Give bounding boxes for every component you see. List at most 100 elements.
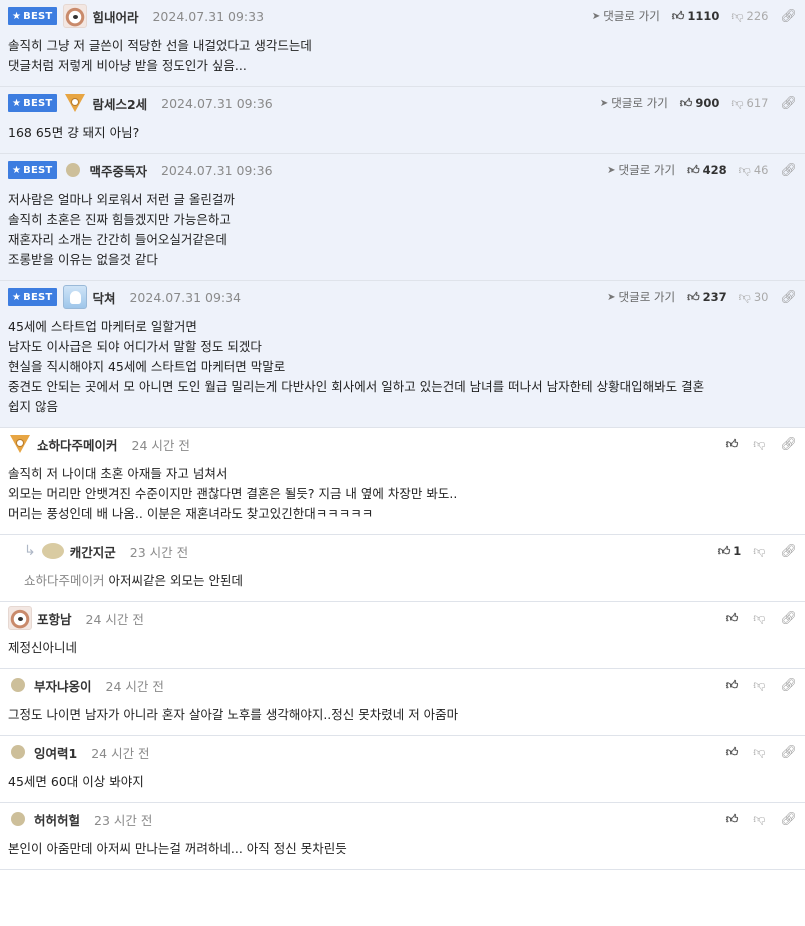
upvote-button[interactable]: 👍︎ 428 bbox=[687, 163, 727, 178]
comment-body: 쇼하다주메이커 아저씨같은 외모는 안된데 bbox=[24, 567, 797, 601]
downvote-button[interactable]: 👎︎ bbox=[753, 745, 768, 760]
best-comment-item: ★ BEST 맥주중독자 2024.07.31 09:36 ➤ 댓글로 가기 👍︎ 428 👎︎… bbox=[0, 154, 805, 281]
comment-actions: ➤ 댓글로 가기 👍︎ 1110 👎︎ 226 🔗︎ bbox=[592, 0, 797, 32]
goto-reply-link[interactable]: ➤ 댓글로 가기 bbox=[607, 289, 675, 305]
comment-actions: ➤ 댓글로 가기 👍︎ 900 👎︎ 617 🔗︎ bbox=[600, 87, 797, 119]
avatar[interactable] bbox=[8, 606, 32, 630]
upvote-button[interactable]: 👍︎ bbox=[726, 678, 742, 693]
paper-plane-icon: ➤ bbox=[599, 97, 609, 109]
downvote-button[interactable]: 👎︎ bbox=[753, 544, 768, 559]
upvote-button[interactable]: 👍︎ bbox=[726, 437, 742, 452]
comment-header: 포항남 24 시간 전 👍︎ 👎︎ 🔗︎ bbox=[8, 602, 797, 634]
nickname[interactable]: 람세스2세 bbox=[92, 94, 147, 113]
upvote-button[interactable]: 👍︎ 900 bbox=[680, 96, 720, 111]
copy-link-icon[interactable]: 🔗︎ bbox=[780, 611, 797, 626]
comment-header: ↳ 캐간지군 23 시간 전 👍︎ 1 👎︎ 🔗︎ bbox=[24, 535, 797, 567]
downvote-count: 30 bbox=[753, 290, 769, 304]
upvote-button[interactable]: 👍︎ 237 bbox=[687, 290, 727, 305]
comment-body: 솔직히 저 나이대 초혼 아재들 자고 넘쳐서 외모는 머리만 안뱃겨진 수준이지… bbox=[8, 460, 797, 534]
downvote-button[interactable]: 👎︎ bbox=[753, 611, 768, 626]
comment-actions: ➤ 댓글로 가기 👍︎ 237 👎︎ 30 🔗︎ bbox=[607, 281, 797, 313]
avatar[interactable] bbox=[11, 678, 25, 692]
nickname[interactable]: 힘내어라 bbox=[92, 7, 138, 26]
thumbs-down-icon: 👎︎ bbox=[753, 610, 766, 625]
comment-text-line: 솔직히 그냥 저 글쓴이 적당한 선을 내걸었다고 생각드는데 bbox=[8, 38, 312, 53]
copy-link-icon[interactable]: 🔗︎ bbox=[780, 745, 797, 760]
comment-header: 잉여력1 24 시간 전 👍︎ 👎︎ 🔗︎ bbox=[8, 736, 797, 768]
comment-text-line: 중견도 안되는 곳에서 모 아니면 도인 월급 밀리는게 다반사인 회사에서 일… bbox=[8, 379, 705, 394]
thumbs-up-icon: 👍︎ bbox=[687, 289, 700, 304]
downvote-button[interactable]: 👎︎ bbox=[753, 678, 768, 693]
comment-header: 쇼하다주메이커 24 시간 전 👍︎ 👎︎ 🔗︎ bbox=[8, 428, 797, 460]
upvote-button[interactable]: 👍︎ bbox=[726, 812, 742, 827]
copy-link-icon[interactable]: 🔗︎ bbox=[780, 96, 797, 111]
upvote-button[interactable]: 👍︎ 1110 bbox=[672, 9, 720, 24]
upvote-count: 1110 bbox=[687, 9, 720, 23]
comment-text-line: 45세면 60대 이상 봐야지 bbox=[8, 774, 144, 789]
avatar[interactable] bbox=[63, 91, 87, 115]
copy-link-icon[interactable]: 🔗︎ bbox=[780, 9, 797, 24]
comment-text-line: 쉽지 않음 bbox=[8, 399, 58, 414]
paper-plane-icon: ➤ bbox=[591, 10, 601, 22]
avatar[interactable] bbox=[11, 745, 25, 759]
comment-header: ★ BEST 람세스2세 2024.07.31 09:36 ➤ 댓글로 가기 👍︎ 900 👎︎… bbox=[8, 87, 797, 119]
thumbs-up-icon: 👍︎ bbox=[725, 610, 739, 625]
copy-link-icon[interactable]: 🔗︎ bbox=[780, 678, 797, 693]
nickname[interactable]: 맥주중독자 bbox=[89, 161, 147, 180]
comment-text-line: 솔직히 저 나이대 초혼 아재들 자고 넘쳐서 bbox=[8, 466, 228, 481]
upvote-count: 1 bbox=[733, 544, 742, 558]
thumbs-down-icon: 👎︎ bbox=[731, 8, 744, 23]
avatar[interactable] bbox=[41, 543, 64, 559]
copy-link-icon[interactable]: 🔗︎ bbox=[780, 812, 797, 827]
avatar[interactable] bbox=[8, 432, 32, 456]
comment-text-line: 댓글처럼 저렇게 비아냥 받을 정도인가 싶음... bbox=[8, 58, 247, 73]
best-comment-item: ★ BEST 닥쳐 2024.07.31 09:34 ➤ 댓글로 가기 👍︎ 237 👎︎ 30 🔗… bbox=[0, 281, 805, 428]
goto-reply-link[interactable]: ➤ 댓글로 가기 bbox=[607, 162, 675, 178]
comment-item: 쇼하다주메이커 24 시간 전 👍︎ 👎︎ 🔗︎ 솔직히 저 나이대 초혼 아재들 자고 … bbox=[0, 428, 805, 535]
nickname[interactable]: 잉여력1 bbox=[34, 743, 77, 762]
comment-actions: 👍︎ 1 👎︎ 🔗︎ bbox=[718, 535, 797, 567]
comment-item: 잉여력1 24 시간 전 👍︎ 👎︎ 🔗︎ 45세면 60대 이상 봐야지 bbox=[0, 736, 805, 803]
downvote-button[interactable]: 👎︎ 30 bbox=[739, 290, 769, 305]
copy-link-icon[interactable]: 🔗︎ bbox=[780, 437, 797, 452]
downvote-button[interactable]: 👎︎ 226 bbox=[731, 9, 768, 24]
mention-nickname[interactable]: 쇼하다주메이커 bbox=[24, 573, 105, 588]
avatar[interactable] bbox=[63, 285, 88, 309]
downvote-button[interactable]: 👎︎ 617 bbox=[731, 96, 768, 111]
comment-body: 45세면 60대 이상 봐야지 bbox=[8, 768, 797, 802]
nickname[interactable]: 캐간지군 bbox=[70, 542, 116, 561]
avatar[interactable] bbox=[66, 163, 81, 177]
comment-text-line: 솔직히 초혼은 진짜 힘들겠지만 가능은하고 bbox=[8, 212, 231, 227]
comment-item: 허허허헐 23 시간 전 👍︎ 👎︎ 🔗︎ 본인이 아줌만데 아저씨 만나는걸 꺼려하네.… bbox=[0, 803, 805, 870]
comment-date: 2024.07.31 09:36 bbox=[161, 95, 273, 111]
copy-link-icon[interactable]: 🔗︎ bbox=[780, 544, 797, 559]
comment-body: 45세에 스타트업 마케터로 일할거면 남자도 이사급은 되야 어디가서 말할 정… bbox=[8, 313, 797, 427]
comment-text-line: 현실을 직시해야지 45세에 스타트업 마케터면 막말로 bbox=[8, 359, 286, 374]
downvote-button[interactable]: 👎︎ bbox=[753, 437, 768, 452]
copy-link-icon[interactable]: 🔗︎ bbox=[780, 290, 797, 305]
comment-date: 23 시간 전 bbox=[129, 544, 189, 560]
nickname[interactable]: 포항남 bbox=[37, 609, 72, 628]
goto-reply-link[interactable]: ➤ 댓글로 가기 bbox=[592, 8, 660, 24]
upvote-button[interactable]: 👍︎ 1 bbox=[718, 544, 742, 559]
best-badge: ★ BEST bbox=[8, 7, 58, 25]
avatar[interactable] bbox=[11, 812, 25, 826]
nickname[interactable]: 부자냐옹이 bbox=[34, 676, 92, 695]
downvote-button[interactable]: 👎︎ bbox=[753, 812, 768, 827]
nickname[interactable]: 쇼하다주메이커 bbox=[37, 435, 118, 454]
comment-date: 24 시간 전 bbox=[105, 678, 164, 694]
comment-body: 168 65면 걍 돼지 아님? bbox=[8, 119, 797, 153]
star-icon: ★ bbox=[12, 164, 22, 176]
nickname[interactable]: 허허허헐 bbox=[34, 810, 80, 829]
comment-body: 솔직히 그냥 저 글쓴이 적당한 선을 내걸었다고 생각드는데댓글처럼 저렇게 … bbox=[8, 32, 797, 86]
avatar[interactable] bbox=[63, 4, 88, 28]
goto-reply-link[interactable]: ➤ 댓글로 가기 bbox=[600, 95, 668, 111]
downvote-button[interactable]: 👎︎ 46 bbox=[739, 163, 769, 178]
copy-link-icon[interactable]: 🔗︎ bbox=[780, 163, 797, 178]
nickname[interactable]: 닥쳐 bbox=[92, 288, 115, 307]
upvote-button[interactable]: 👍︎ bbox=[726, 745, 742, 760]
upvote-button[interactable]: 👍︎ bbox=[726, 611, 742, 626]
best-comment-item: ★ BEST 람세스2세 2024.07.31 09:36 ➤ 댓글로 가기 👍︎ 900 👎︎… bbox=[0, 87, 805, 154]
comment-date: 23 시간 전 bbox=[94, 812, 153, 828]
downvote-count: 617 bbox=[746, 96, 769, 110]
